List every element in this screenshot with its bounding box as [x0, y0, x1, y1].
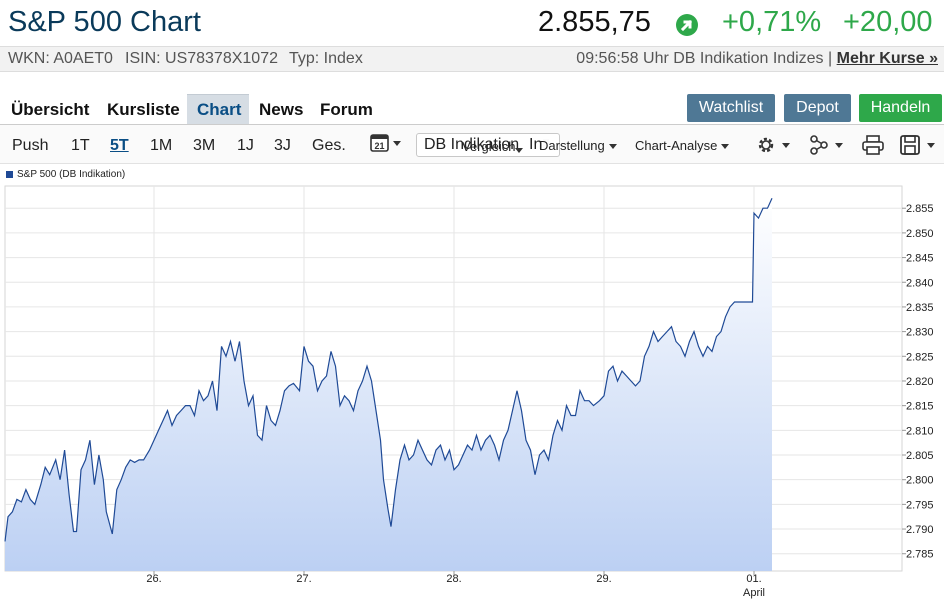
- range-3j[interactable]: 3J: [274, 137, 291, 155]
- darstellung-label: Darstellung: [539, 138, 605, 153]
- chevron-down-icon: [608, 144, 617, 150]
- x-tick-label: 01.: [746, 573, 761, 585]
- y-tick-label: 2.810: [906, 425, 934, 437]
- watchlist-button[interactable]: Watchlist: [687, 94, 775, 122]
- quote-time-source: 09:56:58 Uhr DB Indikation Indizes: [576, 50, 824, 67]
- x-sublabel: April: [743, 587, 765, 599]
- tab-overview[interactable]: Übersicht: [11, 100, 89, 120]
- wkn-text: WKN: A0AET0: [8, 50, 113, 67]
- print-icon[interactable]: [861, 134, 885, 161]
- share-icon[interactable]: [809, 134, 847, 161]
- depot-button[interactable]: Depot: [784, 94, 851, 122]
- y-tick-label: 2.795: [906, 499, 934, 511]
- y-tick-label: 2.855: [906, 203, 934, 215]
- y-tick-label: 2.825: [906, 351, 934, 363]
- y-tick-label: 2.845: [906, 253, 934, 265]
- range-1t[interactable]: 1T: [71, 137, 90, 155]
- x-tick-label: 26.: [146, 573, 161, 585]
- range-5t[interactable]: 5T: [110, 137, 129, 155]
- x-tick-label: 28.: [446, 573, 461, 585]
- x-tick-label: 27.: [296, 573, 311, 585]
- y-tick-label: 2.815: [906, 401, 934, 413]
- range-1j[interactable]: 1J: [237, 137, 254, 155]
- calendar-icon[interactable]: 21: [369, 132, 403, 159]
- chart-legend: S&P 500 (DB Indikation): [6, 169, 125, 180]
- compare-chevron-down-icon: [515, 142, 523, 160]
- y-tick-label: 2.790: [906, 524, 934, 536]
- y-tick-label: 2.850: [906, 228, 934, 240]
- y-tick-label: 2.835: [906, 302, 934, 314]
- gear-icon[interactable]: [756, 134, 794, 161]
- legend-swatch: [6, 170, 13, 178]
- range-ges[interactable]: Ges.: [312, 137, 346, 155]
- page-title: S&P 500 Chart: [8, 6, 201, 38]
- x-tick-label: 29.: [596, 573, 611, 585]
- price-chart[interactable]: 2.785 2.790 2.795 2.800 2.805 2.810 2.815 2.820…: [0, 182, 944, 600]
- calendar-day: 21: [374, 141, 384, 151]
- y-tick-label: 2.800: [906, 475, 934, 487]
- y-tick-label: 2.840: [906, 277, 934, 289]
- legend-label: S&P 500 (DB Indikation): [17, 169, 126, 180]
- tab-news[interactable]: News: [259, 100, 303, 120]
- more-quotes-link[interactable]: Mehr Kurse »: [837, 50, 938, 67]
- tab-chart[interactable]: Chart: [197, 100, 241, 120]
- y-tick-label: 2.830: [906, 327, 934, 339]
- range-1m[interactable]: 1M: [150, 137, 172, 155]
- y-tick-label: 2.805: [906, 450, 934, 462]
- compare-dropdown-label[interactable]: Vergleich: [462, 139, 515, 154]
- darstellung-dropdown[interactable]: Darstellung: [539, 138, 617, 153]
- save-icon[interactable]: [899, 134, 939, 161]
- arrow-up-right-icon: [676, 14, 698, 36]
- tab-forum[interactable]: Forum: [320, 100, 373, 120]
- y-tick-label: 2.785: [906, 549, 934, 561]
- tab-price-list[interactable]: Kursliste: [107, 100, 180, 120]
- change-percent: +0,71%: [722, 6, 822, 38]
- chevron-down-icon: [721, 144, 730, 150]
- y-tick-label: 2.820: [906, 376, 934, 388]
- chart-analysis-dropdown[interactable]: Chart-Analyse: [635, 138, 730, 153]
- meta-right: 09:56:58 Uhr DB Indikation Indizes | Meh…: [576, 50, 938, 68]
- chart-analysis-label: Chart-Analyse: [635, 138, 718, 153]
- trade-button[interactable]: Handeln: [859, 94, 942, 122]
- type-text: Typ: Index: [289, 50, 363, 67]
- meta-separator: |: [828, 50, 833, 67]
- price-value: 2.855,75: [538, 6, 651, 38]
- range-3m[interactable]: 3M: [193, 137, 215, 155]
- range-push[interactable]: Push: [12, 137, 48, 155]
- change-absolute: +20,00: [843, 6, 933, 38]
- isin-text: ISIN: US78378X1072: [125, 50, 278, 67]
